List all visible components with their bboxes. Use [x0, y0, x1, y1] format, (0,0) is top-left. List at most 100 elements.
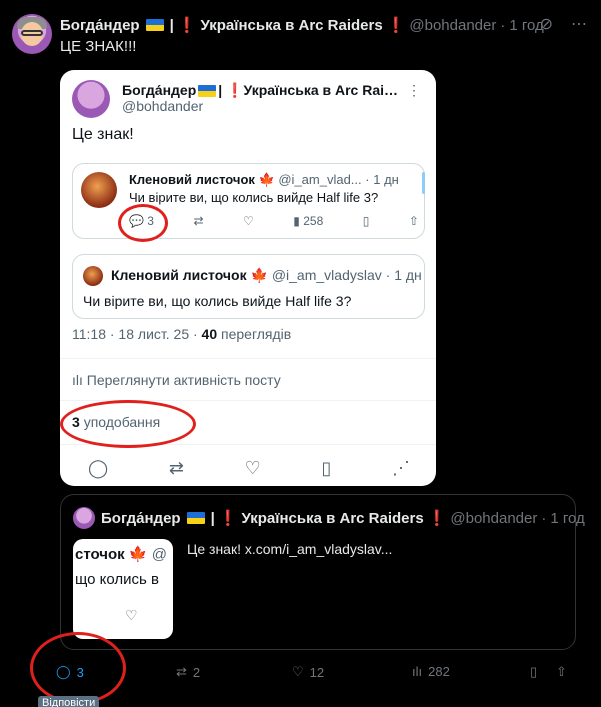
like-button[interactable]: ♡ 12	[292, 664, 324, 680]
post-text: ЦЕ ЗНАК!!!	[60, 38, 137, 55]
screenshot-author-name: Богда́ндер	[122, 82, 197, 98]
avatar-glasses	[21, 30, 43, 36]
screenshot-quoted-card: Кленовий листочок 🍁 @i_am_vladyslav · 1 …	[72, 254, 425, 319]
meta-views: 40	[201, 326, 218, 342]
exclamation-icon: ❗	[218, 510, 238, 527]
views-count: 258	[303, 214, 324, 228]
like-count: 12	[309, 664, 325, 680]
screenshot-author-suffix: Українська в Arc Raid...	[243, 82, 402, 98]
screenshot-handle: @bohdander	[122, 98, 204, 114]
reply-card-actions: 💬 3 ⇄ ♡ ▮ 258 ▯ ⇧	[129, 214, 419, 228]
like-icon: ♡	[243, 214, 254, 228]
repost-icon: ⇄	[176, 664, 187, 679]
post: Богда́ндер | ❗ Українська в Arc Raiders …	[0, 0, 601, 707]
grok-icon[interactable]: ⊘	[540, 14, 553, 34]
exclamation-icon: ❗	[427, 510, 447, 527]
post-header: Богда́ндер | ❗ Українська в Arc Raiders …	[60, 15, 544, 35]
reply-card-time: 1 дн	[373, 172, 399, 187]
quoted-header: Богда́ндер | ❗ Українська в Arc Raiders …	[101, 509, 585, 528]
author-handle[interactable]: @bohdander	[409, 17, 496, 34]
repost-icon: ⇄	[193, 214, 204, 228]
reply-card-handle: @i_am_vlad...	[278, 172, 362, 187]
exclamation-icon: ❗	[177, 17, 197, 34]
like-icon: ♡	[244, 458, 261, 478]
like-icon: ♡	[125, 607, 138, 623]
quoted-author-name: Богда́ндер	[101, 509, 181, 527]
views-icon: ılı	[412, 664, 423, 679]
bookmark-icon: ▯	[530, 664, 538, 679]
red-annotation-circle	[30, 632, 126, 704]
red-annotation-circle	[118, 204, 168, 242]
attached-image[interactable]: Богда́ндер | ❗Українська в Arc Raid... @b…	[60, 70, 436, 486]
quoted-avatar	[73, 507, 95, 529]
share-icon: ⇧	[408, 214, 419, 228]
ukraine-flag-icon	[186, 512, 205, 524]
meta-views-label: переглядів	[221, 326, 292, 342]
bookmark-icon: ▯	[362, 214, 370, 228]
quoted-post[interactable]: Богда́ндер | ❗ Українська в Arc Raiders …	[60, 494, 585, 650]
separator-dot: ·	[365, 172, 370, 187]
reply-card-header: Кленовий листочок 🍁 @i_am_vlad... · 1 дн	[129, 172, 399, 188]
share-icon: ⇧	[556, 664, 567, 679]
activity-label: Переглянути активність посту	[86, 372, 281, 388]
repost-icon: ⇄	[168, 458, 184, 478]
maple-leaf-icon: 🍁	[250, 267, 268, 283]
header-icons: ⊘ ⋯	[540, 14, 587, 34]
share-icon: ⋰	[391, 458, 410, 478]
scrollbar-mark	[422, 172, 425, 194]
screenshot-avatar	[72, 80, 110, 118]
thumb-line-1: сточок 🍁 @	[75, 545, 167, 563]
screenshot-actions: ◯ ⇄ ♡ ▯ ⋰	[88, 458, 410, 479]
ukraine-flag-icon	[145, 19, 164, 31]
divider	[60, 358, 436, 359]
more-icon[interactable]: ⋯	[571, 14, 587, 34]
quoted-handle: @bohdander	[450, 509, 538, 527]
repost-button[interactable]: ⇄ 2	[176, 664, 200, 680]
screenshot-meta: 11:18 · 18 лист. 25 · 40 переглядів	[72, 326, 291, 342]
reply-card-name: Кленовий листочок	[129, 172, 255, 187]
maple-leaf-icon: 🍁	[258, 172, 275, 187]
activity-link: ılı Переглянути активність посту	[72, 372, 281, 388]
red-annotation-circle	[60, 400, 196, 448]
exclamation-icon: ❗	[226, 82, 244, 98]
separator-dot: ·	[385, 267, 391, 283]
maple-avatar	[83, 266, 103, 286]
separator-dot: ·	[500, 16, 506, 34]
analytics-icon: ılı	[72, 372, 83, 388]
reply-card-text: Чи віритe ви, що колись вийде Half life …	[129, 190, 379, 205]
name-separator: |	[210, 509, 215, 527]
maple-avatar	[81, 172, 117, 208]
author-avatar[interactable]	[12, 14, 52, 54]
quoted-card-time: 1 дн	[394, 267, 422, 283]
quoted-thumbnail: сточок 🍁 @ що колись в ♡	[73, 539, 173, 639]
thumb-name: сточок	[75, 546, 125, 563]
bookmark-button[interactable]: ▯	[530, 664, 537, 680]
repost-count: 2	[192, 664, 201, 680]
separator-dot: ·	[541, 509, 547, 527]
author-name[interactable]: Богда́ндер	[60, 17, 140, 34]
post-actions: ◯ 3 ⇄ 2 ♡ 12 ılı 282 ▯ ⇧	[56, 664, 576, 686]
quoted-card-header: Кленовий листочок 🍁 @i_am_vladyslav · 1 …	[111, 267, 422, 284]
ukraine-flag-icon	[198, 85, 217, 98]
exclamation-icon: ❗	[386, 17, 406, 34]
views-count: 282	[428, 664, 450, 679]
thumb-line-2: що колись в	[75, 571, 160, 588]
more-icon: ⋮	[407, 82, 422, 98]
thumb-handle: @	[151, 546, 167, 563]
like-icon: ♡	[292, 664, 304, 679]
views-button[interactable]: ılı 282	[412, 664, 450, 679]
maple-leaf-icon: 🍁	[128, 546, 148, 563]
quoted-author-suffix: Українська в Arc Raiders	[241, 509, 424, 527]
name-separator: |	[169, 16, 174, 34]
quoted-time: 1 год	[550, 509, 585, 527]
share-button[interactable]: ⇧	[556, 664, 567, 680]
screenshot-text: Це знак!	[72, 126, 134, 143]
reply-tooltip: Відповісти	[38, 696, 100, 707]
meta-time: 11:18 · 18 лист. 25 ·	[72, 326, 198, 342]
quoted-text: Це знак! x.com/i_am_vladyslav...	[187, 541, 393, 557]
quoted-card-name: Кленовий листочок	[111, 267, 247, 283]
author-name-suffix[interactable]: Українська в Arc Raiders	[200, 17, 382, 34]
screenshot-author: Богда́ндер | ❗Українська в Arc Raid...	[122, 82, 402, 99]
bookmark-icon: ▯	[321, 458, 332, 478]
reply-icon: ◯	[88, 458, 109, 478]
